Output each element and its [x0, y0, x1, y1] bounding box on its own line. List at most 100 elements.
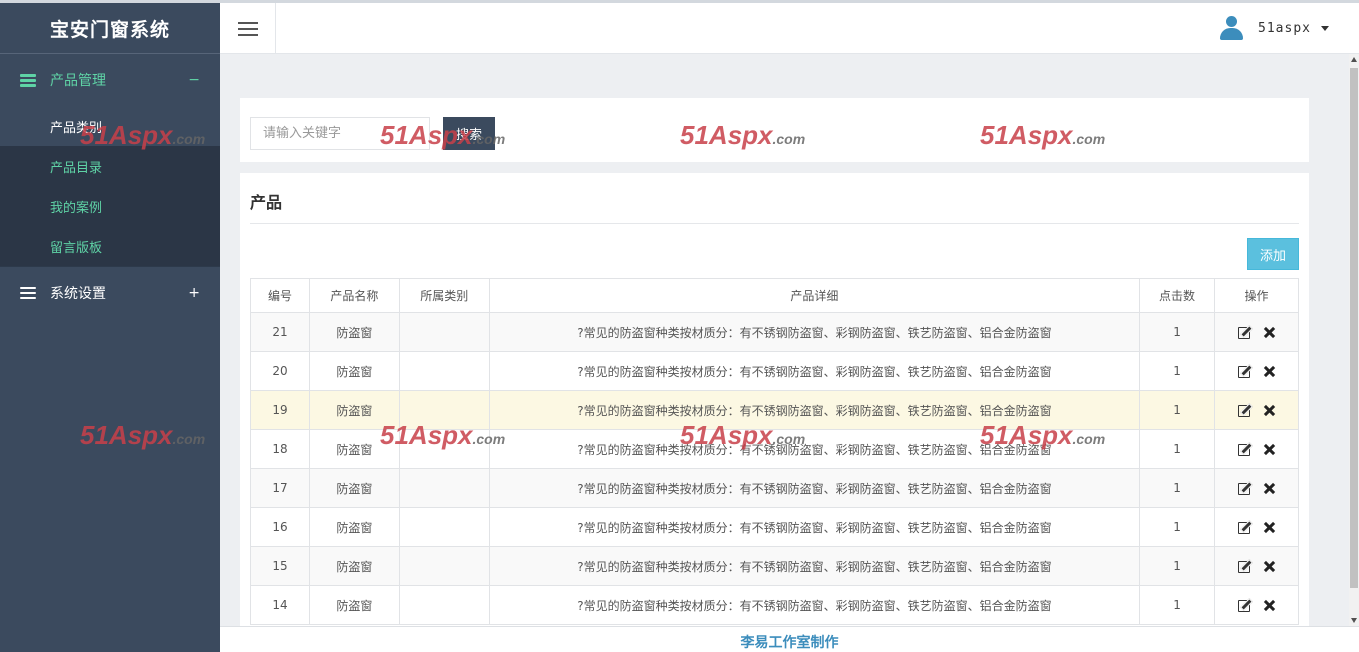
table-row: 20 防盗窗 ?常见的防盗窗种类按材质分：有不锈钢防盗窗、彩钢防盗窗、铁艺防盗窗… — [250, 351, 1299, 391]
cell-actions — [1214, 429, 1299, 469]
cell-clicks: 1 — [1139, 507, 1215, 547]
cell-name: 防盗窗 — [308, 546, 400, 586]
scrollbar-thumb[interactable] — [1350, 68, 1358, 588]
cell-id: 17 — [250, 468, 310, 508]
table-row: 19 防盗窗 ?常见的防盗窗种类按材质分：有不锈钢防盗窗、彩钢防盗窗、铁艺防盗窗… — [250, 390, 1299, 430]
menu-group-product: 产品管理 − 产品类别 产品目录 我的案例 留言版板 — [0, 54, 220, 266]
table-row: 16 防盗窗 ?常见的防盗窗种类按材质分：有不锈钢防盗窗、彩钢防盗窗、铁艺防盗窗… — [250, 507, 1299, 547]
sidebar-item-label: 产品类别 — [50, 120, 103, 136]
edit-icon[interactable] — [1237, 325, 1252, 339]
sidebar-item-message-board[interactable]: 留言版板 — [0, 226, 220, 266]
search-bar: 搜索 — [240, 98, 1309, 162]
cell-name: 防盗窗 — [308, 429, 400, 469]
edit-icon[interactable] — [1237, 481, 1252, 495]
cell-category — [398, 585, 490, 625]
cell-id: 20 — [250, 351, 310, 391]
cell-clicks: 1 — [1139, 546, 1215, 586]
user-name: 51aspx — [1258, 20, 1311, 36]
collapse-icon[interactable]: − — [188, 72, 200, 88]
col-header-name: 产品名称 — [308, 278, 400, 313]
menu-group-system: 系统设置 + — [0, 266, 220, 318]
col-header-clicks: 点击数 — [1139, 278, 1215, 313]
search-button[interactable]: 搜索 — [443, 117, 495, 150]
sidebar-item-label: 留言版板 — [50, 240, 103, 256]
table-row: 17 防盗窗 ?常见的防盗窗种类按材质分：有不锈钢防盗窗、彩钢防盗窗、铁艺防盗窗… — [250, 468, 1299, 508]
cell-detail: ?常见的防盗窗种类按材质分：有不锈钢防盗窗、彩钢防盗窗、铁艺防盗窗、铝合金防盗窗 — [488, 546, 1141, 586]
cell-detail: ?常见的防盗窗种类按材质分：有不锈钢防盗窗、彩钢防盗窗、铁艺防盗窗、铝合金防盗窗 — [488, 468, 1141, 508]
table-row: 14 防盗窗 ?常见的防盗窗种类按材质分：有不锈钢防盗窗、彩钢防盗窗、铁艺防盗窗… — [250, 585, 1299, 625]
cell-id: 18 — [250, 429, 310, 469]
cell-category — [398, 507, 490, 547]
cell-id: 15 — [250, 546, 310, 586]
menu-head-product-management[interactable]: 产品管理 − — [0, 54, 220, 106]
edit-icon[interactable] — [1237, 364, 1252, 378]
add-button[interactable]: 添加 — [1247, 238, 1299, 270]
hamburger-icon — [237, 21, 258, 37]
list-icon — [20, 74, 36, 87]
delete-icon[interactable] — [1262, 559, 1276, 573]
menu-toggle-button[interactable] — [220, 3, 276, 54]
cell-name: 防盗窗 — [308, 585, 400, 625]
panel-title: 产品 — [250, 173, 1299, 224]
delete-icon[interactable] — [1262, 481, 1276, 495]
cell-name: 防盗窗 — [308, 312, 400, 352]
edit-icon[interactable] — [1237, 520, 1252, 534]
user-menu[interactable]: 51aspx — [1218, 15, 1329, 41]
table-row: 15 防盗窗 ?常见的防盗窗种类按材质分：有不锈钢防盗窗、彩钢防盗窗、铁艺防盗窗… — [250, 546, 1299, 586]
product-panel: 产品 添加 编号 产品名称 所属类别 产品详细 点击数 操作 21 防盗窗 ?常… — [240, 173, 1309, 626]
cell-name: 防盗窗 — [308, 468, 400, 508]
col-header-actions: 操作 — [1214, 278, 1299, 313]
cell-actions — [1214, 390, 1299, 430]
user-icon — [1218, 15, 1244, 41]
cell-detail: ?常见的防盗窗种类按材质分：有不锈钢防盗窗、彩钢防盗窗、铁艺防盗窗、铝合金防盗窗 — [488, 585, 1141, 625]
delete-icon[interactable] — [1262, 325, 1276, 339]
cell-category — [398, 312, 490, 352]
edit-icon[interactable] — [1237, 559, 1252, 573]
cell-id: 16 — [250, 507, 310, 547]
product-table: 编号 产品名称 所属类别 产品详细 点击数 操作 21 防盗窗 ?常见的防盗窗种… — [250, 278, 1299, 625]
delete-icon[interactable] — [1262, 364, 1276, 378]
scroll-up-icon[interactable] — [1351, 57, 1357, 62]
edit-icon[interactable] — [1237, 442, 1252, 456]
main-content: 搜索 产品 添加 编号 产品名称 所属类别 产品详细 点击数 操作 21 — [220, 54, 1328, 626]
app-brand: 宝安门窗系统 — [0, 0, 220, 54]
caret-down-icon — [1321, 25, 1329, 31]
cell-clicks: 1 — [1139, 585, 1215, 625]
menu-head-label: 产品管理 — [50, 73, 106, 89]
cell-category — [398, 351, 490, 391]
edit-icon[interactable] — [1237, 403, 1252, 417]
footer-credit: 李易工作室制作 — [740, 635, 839, 651]
menu-head-system-settings[interactable]: 系统设置 + — [0, 266, 220, 318]
search-input[interactable] — [250, 117, 430, 150]
cell-category — [398, 468, 490, 508]
sidebar-item-my-cases[interactable]: 我的案例 — [0, 186, 220, 226]
cell-actions — [1214, 312, 1299, 352]
delete-icon[interactable] — [1262, 598, 1276, 612]
table-row: 21 防盗窗 ?常见的防盗窗种类按材质分：有不锈钢防盗窗、彩钢防盗窗、铁艺防盗窗… — [250, 312, 1299, 352]
cell-clicks: 1 — [1139, 429, 1215, 469]
vertical-scrollbar[interactable] — [1349, 54, 1359, 626]
delete-icon[interactable] — [1262, 442, 1276, 456]
sidebar-item-label: 产品目录 — [50, 160, 103, 176]
cell-actions — [1214, 546, 1299, 586]
delete-icon[interactable] — [1262, 403, 1276, 417]
scroll-down-icon[interactable] — [1351, 618, 1357, 623]
delete-icon[interactable] — [1262, 520, 1276, 534]
cell-clicks: 1 — [1139, 390, 1215, 430]
cell-category — [398, 546, 490, 586]
col-header-detail: 产品详细 — [488, 278, 1141, 313]
submenu-product: 产品类别 产品目录 我的案例 留言版板 — [0, 106, 220, 266]
cell-actions — [1214, 507, 1299, 547]
expand-icon[interactable]: + — [188, 285, 200, 301]
topbar: 51aspx — [220, 0, 1359, 54]
cell-clicks: 1 — [1139, 312, 1215, 352]
sidebar-item-product-catalog[interactable]: 产品目录 — [0, 146, 220, 186]
cell-actions — [1214, 468, 1299, 508]
cell-clicks: 1 — [1139, 468, 1215, 508]
edit-icon[interactable] — [1237, 598, 1252, 612]
cell-id: 21 — [250, 312, 310, 352]
cell-id: 14 — [250, 585, 310, 625]
footer: 李易工作室制作 — [220, 626, 1359, 652]
cell-detail: ?常见的防盗窗种类按材质分：有不锈钢防盗窗、彩钢防盗窗、铁艺防盗窗、铝合金防盗窗 — [488, 351, 1141, 391]
sidebar-item-product-category[interactable]: 产品类别 — [0, 106, 220, 146]
